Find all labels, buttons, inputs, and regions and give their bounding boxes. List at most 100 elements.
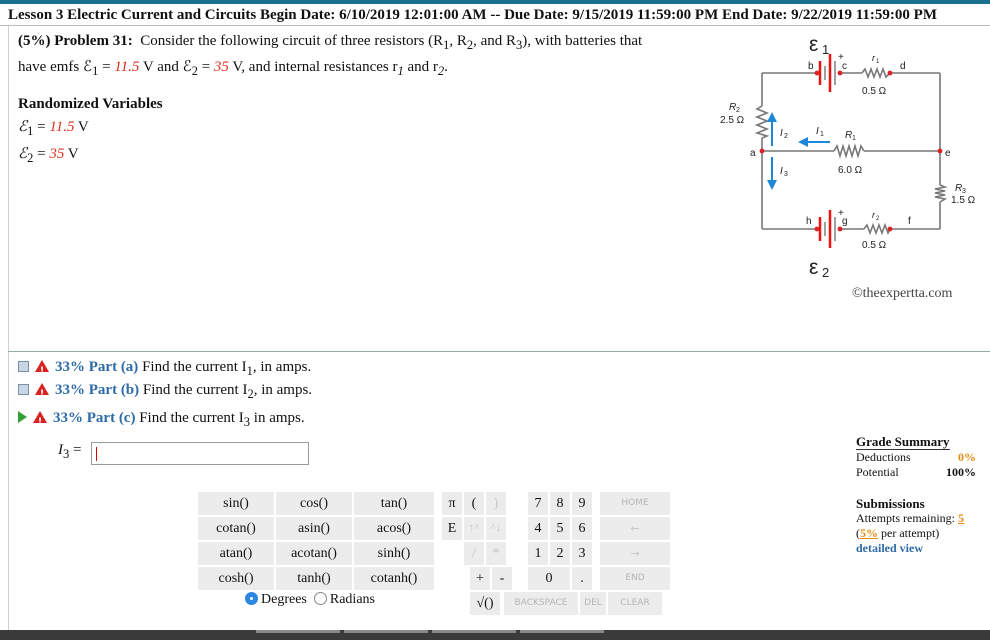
R3-value: 1.5 Ω	[951, 195, 976, 206]
answer-input[interactable]	[91, 442, 309, 465]
key-8[interactable]: 8	[550, 492, 570, 515]
collapse-box-icon[interactable]	[18, 361, 29, 372]
asin-button[interactable]: asin()	[276, 517, 352, 540]
left-paren-button[interactable]: (	[464, 492, 484, 515]
emf2-label: ε	[809, 256, 818, 279]
taskbar-tab[interactable]	[520, 630, 604, 633]
collapse-box-icon[interactable]	[18, 384, 29, 395]
cotan-button[interactable]: cotan()	[198, 517, 274, 540]
home-button[interactable]: HOME	[600, 492, 670, 515]
key-2[interactable]: 2	[550, 542, 570, 565]
cursor-right-button[interactable]: →	[600, 542, 670, 565]
cos-button[interactable]: cos()	[276, 492, 352, 515]
node-f: f	[908, 216, 911, 227]
clear-button[interactable]: CLEAR	[608, 592, 662, 615]
key-1[interactable]: 1	[528, 542, 548, 565]
grade-summary: Grade Summary Deductions 0% Potential 10…	[856, 434, 976, 480]
copyright-credit: ©theexpertta.com	[852, 286, 953, 301]
part-label[interactable]: Part (c)	[87, 410, 136, 426]
detailed-view-link[interactable]: detailed view	[856, 541, 986, 556]
cosh-button[interactable]: cosh()	[198, 567, 274, 590]
pi-button[interactable]: π	[442, 492, 462, 515]
part-label[interactable]: Part (b)	[89, 382, 139, 398]
key-7[interactable]: 7	[528, 492, 548, 515]
power-down-button[interactable]: ^↓	[486, 517, 506, 540]
radians-label[interactable]: Radians	[330, 592, 375, 607]
part-c-row[interactable]: 33% Part (c) Find the current I3 in amps…	[18, 408, 305, 432]
key-9[interactable]: 9	[572, 492, 592, 515]
atan-button[interactable]: atan()	[198, 542, 274, 565]
sqrt-button[interactable]: √()	[470, 592, 500, 615]
divide-button[interactable]: /	[464, 542, 484, 565]
acos-button[interactable]: acos()	[354, 517, 434, 540]
e-button[interactable]: E	[442, 517, 462, 540]
potential-value: 100%	[946, 465, 976, 479]
problem-text: , R	[449, 33, 467, 49]
taskbar-tab[interactable]	[432, 630, 516, 633]
I2-sub: 2	[784, 133, 788, 140]
problem-text: .	[444, 59, 448, 75]
taskbar-tab[interactable]	[344, 630, 428, 633]
minus-button[interactable]: -	[492, 567, 512, 590]
degrees-label[interactable]: Degrees	[261, 592, 307, 607]
node-a: a	[750, 148, 756, 159]
part-weight: 33%	[55, 359, 85, 375]
emf1-value: 11.5	[114, 59, 140, 75]
R3-sub: 3	[962, 188, 966, 195]
backspace-button[interactable]: BACKSPACE	[504, 592, 578, 615]
end-button[interactable]: END	[600, 567, 670, 590]
I3-label: I	[780, 166, 783, 177]
cotanh-button[interactable]: cotanh()	[354, 567, 434, 590]
degrees-radio[interactable]	[245, 592, 258, 605]
cursor-left-button[interactable]: ←	[600, 517, 670, 540]
warning-icon	[35, 360, 49, 381]
part-text: Find the current I	[142, 382, 248, 398]
part-b-row[interactable]: 33% Part (b) Find the current I2, in amp…	[18, 380, 312, 404]
plus-button[interactable]: +	[470, 567, 490, 590]
part-a-row[interactable]: 33% Part (a) Find the current I1, in amp…	[18, 357, 311, 381]
left-rule	[8, 26, 9, 630]
acotan-button[interactable]: acotan()	[276, 542, 352, 565]
radians-radio[interactable]	[313, 592, 327, 605]
randomized-variables: Randomized Variables ℰ1 = 11.5 V ℰ2 = 35…	[18, 93, 163, 170]
key-4[interactable]: 4	[528, 517, 548, 540]
part-tail: , in amps.	[253, 382, 313, 398]
I1-sub: 1	[820, 131, 824, 138]
submissions-panel: Submissions Attempts remaining: 5 (5% pe…	[856, 496, 986, 556]
part-label[interactable]: Part (a)	[89, 359, 139, 375]
sinh-button[interactable]: sinh()	[354, 542, 434, 565]
key-dot[interactable]: .	[572, 567, 592, 590]
node-b: b	[808, 61, 814, 72]
del-button[interactable]: DEL	[580, 592, 606, 615]
lesson-title: Lesson 3 Electric Current and Circuits	[8, 7, 257, 23]
key-3[interactable]: 3	[572, 542, 592, 565]
tan-button[interactable]: tan()	[354, 492, 434, 515]
part-tail: in amps.	[250, 410, 305, 426]
problem-weight: (5%)	[18, 33, 51, 49]
answer-eq: =	[69, 442, 82, 458]
randomized-var-1: ℰ1 = 11.5 V	[18, 116, 163, 143]
taskbar-tab[interactable]	[256, 630, 340, 633]
problem-text: ), with batteries that	[522, 33, 643, 49]
var-symbol: ℰ	[18, 119, 28, 135]
var-symbol: ℰ	[18, 146, 28, 162]
right-paren-button[interactable]: )	[486, 492, 506, 515]
key-6[interactable]: 6	[572, 517, 592, 540]
problem-text: =	[98, 59, 115, 75]
var-eq: =	[33, 146, 50, 162]
multiply-button[interactable]: *	[486, 542, 506, 565]
key-5[interactable]: 5	[550, 517, 570, 540]
tanh-button[interactable]: tanh()	[276, 567, 352, 590]
node-h: h	[806, 216, 812, 227]
node-e: e	[945, 148, 951, 159]
r1-value: 0.5 Ω	[862, 86, 887, 97]
part-tail: , in amps.	[252, 359, 312, 375]
R1-sub: 1	[852, 135, 856, 142]
sin-button[interactable]: sin()	[198, 492, 274, 515]
key-0[interactable]: 0	[528, 567, 570, 590]
randomized-title: Randomized Variables	[18, 96, 163, 112]
play-arrow-icon[interactable]	[18, 411, 27, 423]
power-up-button[interactable]: ↑^	[464, 517, 484, 540]
part-weight: 33%	[53, 410, 83, 426]
emf2-value: 35	[213, 59, 229, 75]
